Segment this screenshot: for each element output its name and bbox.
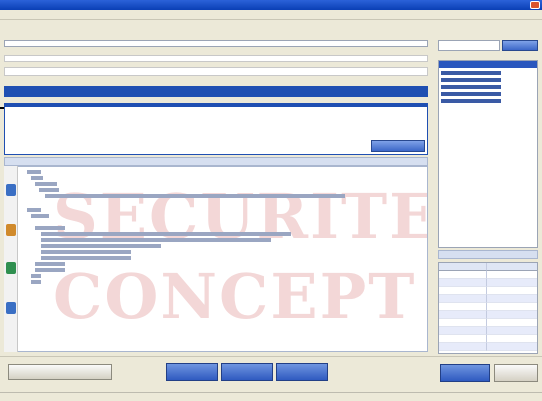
tree-row-text (41, 255, 131, 260)
table-cell (487, 335, 537, 343)
tree-panel[interactable]: SECURITE CONCEPT (4, 166, 428, 352)
table-cell (439, 343, 487, 351)
table-cell (487, 319, 537, 327)
table-row[interactable] (439, 319, 537, 327)
text-area[interactable] (4, 103, 428, 155)
search-input[interactable] (438, 40, 500, 51)
window-title-bar (0, 0, 542, 10)
tree-row-text (35, 267, 65, 272)
section-label-row (4, 55, 428, 62)
list-item-label (441, 78, 501, 82)
table-cell (487, 271, 537, 279)
table-header-row (439, 263, 537, 271)
tree-row[interactable] (45, 193, 345, 199)
list-item-label (441, 71, 501, 75)
tree-row-text (41, 249, 131, 254)
tree-row-text (45, 193, 345, 198)
table-cell (439, 295, 487, 303)
right-action-button-2[interactable] (494, 364, 538, 382)
tree-row-text (39, 187, 59, 192)
table-cell (439, 303, 487, 311)
tool-icon-1[interactable] (6, 184, 16, 196)
text-area-line (8, 118, 28, 123)
table-cell (439, 335, 487, 343)
table-column-header (487, 263, 537, 271)
tree-row-text (31, 279, 41, 284)
tree-row-text (31, 213, 49, 218)
bottom-tab-1[interactable] (166, 363, 218, 381)
command-line[interactable] (4, 40, 428, 47)
table-cell (439, 271, 487, 279)
table-toolbar[interactable] (438, 250, 538, 259)
table-cell (487, 311, 537, 319)
list-item-label (441, 92, 501, 96)
tree-row-text (41, 237, 271, 242)
table-row[interactable] (439, 335, 537, 343)
tree-row-text (41, 231, 291, 236)
table-row[interactable] (439, 311, 537, 319)
right-action-button-1[interactable] (440, 364, 490, 382)
list-panel[interactable] (438, 60, 538, 248)
time-label (130, 369, 154, 379)
tree-row[interactable] (31, 279, 41, 285)
tool-icon-2[interactable] (6, 224, 16, 236)
table-cell (439, 287, 487, 295)
tree-row-text (31, 273, 41, 278)
tree-row[interactable] (31, 213, 49, 219)
table-row[interactable] (439, 303, 537, 311)
table-cell (439, 311, 487, 319)
text-area-line (8, 126, 28, 131)
menu-bar[interactable] (0, 10, 542, 20)
watermark-line-2: CONCEPT (53, 260, 417, 333)
left-action-button[interactable] (8, 364, 112, 380)
table-cell (439, 327, 487, 335)
entry-field[interactable] (4, 67, 428, 76)
bottom-tab-2[interactable] (221, 363, 273, 381)
table-cell (487, 287, 537, 295)
icon-strip (4, 166, 18, 352)
list-item[interactable] (441, 78, 537, 83)
list-header (439, 61, 537, 68)
list-item-label (441, 85, 501, 89)
table-row[interactable] (439, 343, 537, 351)
table-cell (487, 295, 537, 303)
table-panel[interactable] (438, 262, 538, 354)
tree-header[interactable] (4, 157, 428, 166)
table-cell (487, 327, 537, 335)
status-bar (0, 392, 542, 401)
table-cell (439, 319, 487, 327)
table-row[interactable] (439, 295, 537, 303)
tree-row-text (41, 243, 161, 248)
list-item[interactable] (441, 92, 537, 97)
validate-button[interactable] (371, 140, 425, 152)
tree-row-text (31, 175, 43, 180)
search-button[interactable] (502, 40, 538, 51)
list-item[interactable] (441, 85, 537, 90)
list-item-label (441, 99, 501, 103)
tree-row-text (35, 225, 65, 230)
tree-row-text (35, 261, 65, 266)
list-item[interactable] (441, 99, 537, 104)
table-row[interactable] (439, 327, 537, 335)
bottom-tab-3[interactable] (276, 363, 328, 381)
table-row[interactable] (439, 287, 537, 295)
tree-row-text (27, 169, 41, 174)
tree-row-text (27, 207, 41, 212)
close-icon[interactable] (530, 1, 540, 9)
table-column-header (439, 263, 487, 271)
tree-row-text (35, 181, 57, 186)
list-item[interactable] (441, 71, 537, 76)
table-row[interactable] (439, 271, 537, 279)
tool-icon-3[interactable] (6, 262, 16, 274)
table-cell (487, 303, 537, 311)
tool-icon-4[interactable] (6, 302, 16, 314)
table-cell (439, 279, 487, 287)
table-row[interactable] (439, 279, 537, 287)
text-area-line (8, 110, 28, 115)
table-cell (487, 279, 537, 287)
table-cell (487, 343, 537, 351)
selection-bar[interactable] (4, 86, 428, 97)
